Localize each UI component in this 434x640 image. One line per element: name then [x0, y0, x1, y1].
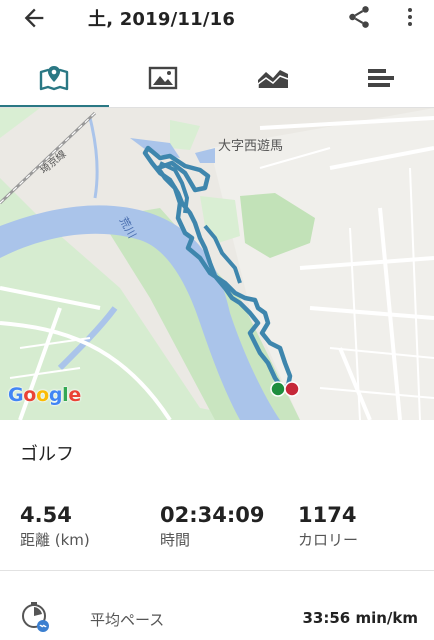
pace-value: 33:56 min/km	[302, 609, 418, 627]
start-marker	[270, 381, 286, 397]
more-vert-icon[interactable]	[398, 4, 422, 30]
pace-gauge-icon	[22, 602, 49, 632]
bar-list-icon	[368, 69, 394, 87]
stat-distance-value: 4.54	[20, 503, 72, 527]
image-icon	[148, 66, 178, 90]
tab-charts[interactable]	[218, 50, 326, 106]
share-icon[interactable]	[346, 4, 372, 30]
map-icon	[39, 66, 69, 91]
stat-calories-value: 1174	[298, 503, 357, 527]
stat-distance-label: 距離 (km)	[20, 531, 90, 549]
route-map[interactable]: 大字西遊馬 荒川 埼京線 Google	[0, 108, 434, 420]
stat-calories: 1174 カロリー	[298, 503, 358, 550]
stat-distance: 4.54 距離 (km)	[20, 503, 90, 550]
tab-laps[interactable]	[327, 50, 434, 106]
section-divider	[0, 570, 434, 571]
arrow-back-icon[interactable]	[20, 4, 48, 32]
pace-label: 平均ペース	[90, 611, 165, 629]
tab-photos[interactable]	[109, 50, 217, 106]
tab-map[interactable]	[0, 50, 109, 108]
stat-duration-value: 02:34:09	[160, 503, 265, 527]
area-chart-icon	[257, 70, 289, 88]
stat-duration: 02:34:09 時間	[160, 503, 264, 550]
app-bar: 土, 2019/11/16	[0, 0, 434, 36]
page-title: 土, 2019/11/16	[88, 9, 236, 30]
google-logo: Google	[8, 384, 81, 406]
stat-calories-label: カロリー	[298, 531, 359, 549]
map-place-label: 大字西遊馬	[218, 139, 284, 154]
activity-name: ゴルフ	[20, 444, 74, 465]
stat-duration-label: 時間	[160, 531, 191, 549]
tab-bar	[0, 50, 434, 109]
end-marker	[284, 381, 300, 397]
